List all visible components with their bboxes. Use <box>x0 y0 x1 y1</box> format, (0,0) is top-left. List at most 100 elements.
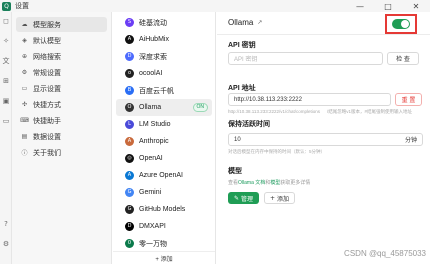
minimize-button[interactable]: — <box>346 0 374 12</box>
provider-name: AiHubMix <box>139 36 169 43</box>
keep-alive-label: 保持活跃时间 <box>228 121 270 128</box>
settings-icon[interactable]: ⚙ <box>2 240 10 248</box>
provider-item[interactable]: ◎ OpenAI <box>116 150 212 167</box>
manage-label: 管理 <box>241 196 254 203</box>
api-key-input[interactable]: API 密钥 <box>228 52 383 65</box>
provider-item[interactable]: A Anthropic <box>116 133 212 150</box>
nav-item-model-service[interactable]: ☁ 模型服务 <box>16 17 107 32</box>
provider-name: Gemini <box>139 189 162 196</box>
image-icon[interactable]: ▣ <box>2 97 10 105</box>
provider-name: Azure OpenAI <box>139 172 183 179</box>
header-divider <box>217 34 430 35</box>
zero-one-logo-icon: 0 <box>125 239 134 248</box>
cube-icon: ◈ <box>22 37 27 44</box>
nav-item-label: 数据设置 <box>33 133 61 141</box>
nav-item-data[interactable]: ▤ 数据设置 <box>16 129 107 144</box>
aihubmix-logo-icon: A <box>125 35 134 44</box>
apps-icon[interactable]: ⊞ <box>2 77 10 85</box>
translate-icon[interactable]: 文 <box>2 57 10 65</box>
enabled-badge: ON <box>192 103 208 112</box>
models-hint-prefix: 查看 <box>228 180 239 186</box>
provider-enabled-toggle[interactable] <box>392 19 410 29</box>
nav-item-label: 模型服务 <box>33 21 61 29</box>
sparkle-icon[interactable]: ✧ <box>2 37 10 45</box>
models-hint-suffix: 获取更多详情 <box>280 180 311 186</box>
models-link[interactable]: 模型 <box>270 180 280 186</box>
keep-alive-input[interactable]: 10 分钟 <box>228 133 423 146</box>
help-icon[interactable]: ? <box>2 220 10 228</box>
provider-item[interactable]: A AiHubMix <box>116 31 212 48</box>
nav-item-display[interactable]: ▭ 显示设置 <box>16 81 107 96</box>
nav-item-label: 网络搜索 <box>33 53 61 61</box>
database-icon: ▤ <box>21 133 28 140</box>
lmstudio-logo-icon: L <box>125 120 134 129</box>
chat-icon[interactable]: ◻ <box>2 17 10 25</box>
provider-item[interactable]: 0 零一万物 <box>116 235 212 252</box>
api-url-input[interactable]: http://10.38.113.233:2222 <box>228 93 391 106</box>
api-url-label: API 地址 <box>228 85 256 92</box>
close-button[interactable]: ✕ <box>402 0 430 12</box>
external-link-icon[interactable]: ↗ <box>257 19 262 26</box>
app-logo-icon: Q <box>2 1 11 11</box>
window-title: 设置 <box>15 3 29 10</box>
openai-logo-icon: ◎ <box>125 154 134 163</box>
nav-item-about[interactable]: ⓘ 关于我们 <box>16 145 107 160</box>
window-controls: — □ ✕ <box>346 0 430 12</box>
info-icon: ⓘ <box>21 150 28 157</box>
highlight-box <box>385 14 417 34</box>
provider-name: LM Studio <box>139 121 171 128</box>
nav-item-default-model[interactable]: ◈ 默认模型 <box>16 33 107 48</box>
reset-button[interactable]: 重 置 <box>395 93 422 106</box>
nav-item-label: 快捷方式 <box>33 101 61 109</box>
provider-name: GitHub Models <box>139 206 186 213</box>
provider-header: Ollama ↗ <box>228 18 262 27</box>
nav-item-label: 常规设置 <box>33 69 61 77</box>
baidu-qianfan-logo-icon: B <box>125 86 134 95</box>
add-provider-button[interactable]: + 添加 <box>113 251 215 264</box>
folder-icon[interactable]: ▭ <box>2 117 10 125</box>
provider-item[interactable]: G Gemini <box>116 184 212 201</box>
api-url-hint: /结尾忽略v1版本，#结尾强制使用输入地址 <box>327 109 413 114</box>
keep-alive-unit: 分钟 <box>404 138 417 144</box>
provider-item[interactable]: A Azure OpenAI <box>116 167 212 184</box>
api-url-preview: http://10.38.113.233:2222/v1/chat/comple… <box>228 109 320 114</box>
edit-icon: ✎ <box>233 194 239 202</box>
models-hint: 查看Ollama 文档和模型获取更多详情 <box>228 179 310 186</box>
provider-item[interactable]: G GitHub Models <box>116 201 212 218</box>
provider-item-selected[interactable]: O Ollama ON <box>116 99 212 116</box>
maximize-button[interactable]: □ <box>374 0 402 12</box>
add-model-button[interactable]: + 添加 <box>264 192 295 204</box>
provider-name: 百度云千帆 <box>139 87 174 95</box>
ollama-logo-icon: O <box>125 103 134 112</box>
api-url-value: http://10.38.113.233:2222 <box>234 96 302 103</box>
deepseek-logo-icon: D <box>125 52 134 61</box>
title-bar: Q 设置 — □ ✕ <box>0 0 430 12</box>
globe-icon: ⊕ <box>21 53 28 60</box>
provider-item[interactable]: D DMXAPI <box>116 218 212 235</box>
icon-rail: ◻ ✧ 文 ⊞ ▣ ▭ ? ⚙ <box>0 12 12 264</box>
provider-name: 硅基流动 <box>139 19 167 27</box>
provider-item[interactable]: L LM Studio <box>116 116 212 133</box>
nav-item-web-search[interactable]: ⊕ 网络搜索 <box>16 49 107 64</box>
keyboard-icon: ⌨ <box>20 117 29 124</box>
api-key-placeholder: API 密钥 <box>234 57 258 63</box>
provider-item[interactable]: D 深度求索 <box>116 48 212 65</box>
settings-nav: ☁ 模型服务 ◈ 默认模型 ⊕ 网络搜索 ⚙ 常规设置 ▭ 显示设置 ✣ 快捷方… <box>12 12 112 264</box>
ollama-docs-link[interactable]: Ollama 文档 <box>238 180 265 186</box>
monitor-icon: ▭ <box>21 85 28 92</box>
provider-name: DMXAPI <box>139 223 166 230</box>
provider-name: Ollama <box>139 104 162 111</box>
provider-list: S 硅基流动 A AiHubMix D 深度求索 o ocoolAI B 百度云… <box>113 12 216 264</box>
provider-item[interactable]: S 硅基流动 <box>116 14 212 31</box>
watermark: CSDN @qq_45875033 <box>344 249 426 258</box>
provider-item[interactable]: B 百度云千帆 <box>116 82 212 99</box>
provider-item[interactable]: o ocoolAI <box>116 65 212 82</box>
manage-models-button[interactable]: ✎ 管理 <box>228 192 259 204</box>
nav-item-shortcuts[interactable]: ✣ 快捷方式 <box>16 97 107 112</box>
nav-item-general[interactable]: ⚙ 常规设置 <box>16 65 107 80</box>
check-button[interactable]: 检 查 <box>387 52 419 65</box>
github-logo-icon: G <box>125 205 134 214</box>
provider-name: OpenAI <box>139 155 163 162</box>
nav-item-quick-assistant[interactable]: ⌨ 快捷助手 <box>16 113 107 128</box>
api-key-label: API 密钥 <box>228 42 256 49</box>
